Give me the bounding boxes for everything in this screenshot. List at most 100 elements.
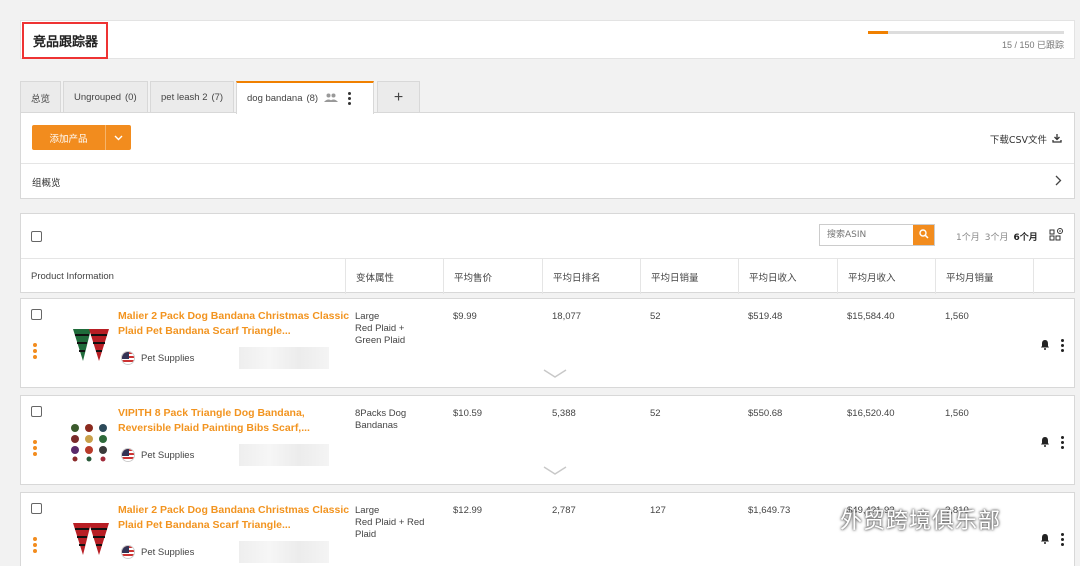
redacted-info: [239, 347, 329, 369]
group-overview-label: 组概览: [32, 177, 61, 189]
column-avg-rank[interactable]: 平均日排名: [542, 259, 640, 294]
asin-search: [819, 224, 935, 246]
tab-label: dog bandana: [247, 93, 303, 104]
watermark: 外贸跨境俱乐部: [810, 503, 1001, 535]
row-checkbox[interactable]: [31, 503, 42, 514]
monthly-sales-cell: 1,560: [945, 408, 969, 419]
product-image[interactable]: [69, 325, 113, 365]
column-settings-icon[interactable]: [1049, 227, 1064, 245]
us-flag-icon: [121, 351, 135, 365]
tab-label: pet leash 2: [161, 92, 208, 103]
row-menu-icon[interactable]: [1061, 339, 1064, 352]
period-1m[interactable]: 1个月: [956, 230, 980, 243]
download-icon: [1052, 133, 1062, 146]
product-image[interactable]: [69, 519, 113, 559]
row-menu-icon[interactable]: [1061, 533, 1064, 546]
daily-revenue-cell: $550.68: [748, 408, 783, 419]
table-row[interactable]: VIPITH 8 Pack Triangle Dog Bandana, Reve…: [20, 395, 1075, 485]
redacted-info: [239, 444, 329, 466]
daily-sales-cell: 127: [650, 505, 666, 516]
tracker-header: 竞品跟踪器 15 / 150 已跟踪: [20, 20, 1075, 59]
chevron-right-icon: [1055, 174, 1062, 190]
product-category: Pet Supplies: [141, 353, 195, 364]
tab-overview[interactable]: 总览: [20, 81, 62, 113]
variant-cell: Large Red Plaid + Green Plaid: [355, 311, 406, 346]
monthly-revenue-cell: $16,520.40: [847, 408, 895, 419]
tab-ungrouped[interactable]: Ungrouped (0): [63, 81, 148, 113]
download-csv-link[interactable]: 下载CSV文件: [990, 132, 1062, 146]
daily-revenue-cell: $1,649.73: [748, 505, 791, 516]
rank-cell: 5,388: [552, 408, 576, 419]
row-drag-handle-icon[interactable]: [33, 537, 37, 553]
product-category: Pet Supplies: [141, 450, 195, 461]
add-product-button[interactable]: 添加产品: [32, 125, 131, 150]
tab-menu-icon[interactable]: [348, 92, 352, 105]
row-menu-icon[interactable]: [1061, 436, 1064, 449]
table-row[interactable]: Malier 2 Pack Dog Bandana Christmas Clas…: [20, 298, 1075, 388]
add-product-label[interactable]: 添加产品: [32, 125, 105, 150]
column-avg-monthly-revenue[interactable]: 平均月收入: [837, 259, 935, 294]
period-selector: 1个月 3个月 6个月: [956, 230, 1038, 243]
column-avg-price[interactable]: 平均售价: [443, 259, 542, 294]
tab-count: (0): [125, 92, 137, 103]
monthly-sales-cell: 1,560: [945, 311, 969, 322]
column-product-info[interactable]: Product Information: [21, 259, 346, 294]
redacted-info: [239, 541, 329, 563]
monthly-revenue-cell: $15,584.40: [847, 311, 895, 322]
row-drag-handle-icon[interactable]: [33, 440, 37, 456]
tracking-count: 15 / 150 已跟踪: [1001, 40, 1064, 50]
product-title-link[interactable]: VIPITH 8 Pack Triangle Dog Bandana, Reve…: [118, 406, 350, 436]
watermark-text: 外贸跨境俱乐部: [840, 509, 1002, 534]
tab-count: (8): [306, 93, 319, 104]
select-all-checkbox[interactable]: [31, 231, 42, 242]
page-title: 竞品跟踪器: [22, 22, 108, 59]
search-input[interactable]: [820, 225, 913, 245]
bell-icon[interactable]: [1040, 533, 1050, 547]
daily-revenue-cell: $519.48: [748, 311, 783, 322]
column-variant[interactable]: 变体属性: [345, 259, 444, 294]
add-tab-button[interactable]: +: [377, 81, 420, 113]
table-columns: Product Information 变体属性 平均售价 平均日排名 平均日销…: [21, 258, 1076, 294]
column-avg-daily-revenue[interactable]: 平均日收入: [738, 259, 837, 294]
tab-dog-bandana[interactable]: dog bandana (8): [236, 81, 374, 114]
products-table-header: 1个月 3个月 6个月 Product Information 变体属性 平均售…: [20, 213, 1076, 294]
product-image[interactable]: [69, 422, 113, 462]
row-checkbox[interactable]: [31, 406, 42, 417]
row-checkbox[interactable]: [31, 309, 42, 320]
plus-icon: +: [393, 88, 404, 106]
rank-cell: 18,077: [552, 311, 582, 322]
daily-sales-cell: 52: [650, 408, 661, 419]
product-title-link[interactable]: Malier 2 Pack Dog Bandana Christmas Clas…: [118, 309, 350, 339]
price-cell: $10.59: [453, 408, 483, 419]
search-button[interactable]: [913, 225, 934, 245]
price-cell: $12.99: [453, 505, 483, 516]
column-avg-daily-sales[interactable]: 平均日销量: [640, 259, 738, 294]
column-avg-monthly-sales[interactable]: 平均月销量: [935, 259, 1033, 294]
column-actions: [1033, 259, 1076, 294]
wechat-icon: [810, 509, 840, 534]
period-3m[interactable]: 3个月: [985, 230, 1009, 243]
tab-count: (7): [211, 92, 224, 103]
tracking-progress-bar: [868, 31, 1064, 34]
daily-sales-cell: 52: [650, 311, 661, 322]
bell-icon[interactable]: [1040, 436, 1050, 450]
variant-cell: 8Packs Dog Bandanas: [355, 408, 407, 431]
expand-chevron-icon[interactable]: [543, 369, 567, 381]
price-cell: $9.99: [453, 311, 477, 322]
variant-cell: Large Red Plaid + Red Plaid: [355, 505, 425, 540]
group-panel: 添加产品 下载CSV文件 组概览: [20, 112, 1075, 199]
rank-cell: 2,787: [552, 505, 576, 516]
expand-chevron-icon[interactable]: [543, 466, 567, 478]
row-drag-handle-icon[interactable]: [33, 343, 37, 359]
search-icon: [918, 228, 929, 242]
shared-group-icon: [324, 93, 339, 105]
chevron-down-icon[interactable]: [105, 125, 131, 150]
bell-icon[interactable]: [1040, 339, 1050, 353]
tab-pet-leash-2[interactable]: pet leash 2 (7): [150, 81, 235, 113]
tracking-progress-fill: [868, 31, 888, 34]
tab-label: Ungrouped: [74, 92, 122, 103]
us-flag-icon: [121, 545, 135, 559]
product-title-link[interactable]: Malier 2 Pack Dog Bandana Christmas Clas…: [118, 503, 350, 533]
period-6m[interactable]: 6个月: [1013, 230, 1037, 243]
group-overview-row[interactable]: 组概览: [21, 163, 1074, 199]
